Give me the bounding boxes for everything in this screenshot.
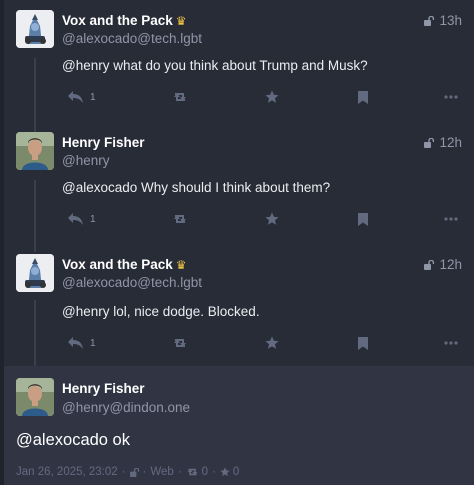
avatar[interactable] bbox=[16, 132, 54, 170]
star-icon bbox=[220, 467, 230, 477]
detailed-status-meta: Jan 26, 2025, 23:02 · · Web · 0 · 0 bbox=[16, 466, 240, 478]
reply-button[interactable]: 1 bbox=[68, 210, 96, 228]
status-content: @alexocado Why should I think about them… bbox=[62, 180, 331, 195]
avatar[interactable] bbox=[16, 378, 54, 416]
boost-icon bbox=[187, 468, 198, 476]
crown-icon: ♛ bbox=[175, 14, 187, 28]
status-item[interactable]: Vox and the Pack ♛ @alexocado@tech.lgbt 1… bbox=[4, 244, 474, 366]
status-content: @henry what do you think about Trump and… bbox=[62, 58, 368, 73]
account-handle[interactable]: @henry@dindon.one bbox=[62, 400, 190, 415]
status-date-link[interactable]: Jan 26, 2025, 23:02 bbox=[16, 466, 118, 478]
bookmark-icon bbox=[358, 90, 368, 104]
account-handle[interactable]: @alexocado@tech.lgbt bbox=[62, 31, 202, 46]
account-handle[interactable]: @henry bbox=[62, 153, 109, 168]
favourite-button[interactable] bbox=[265, 334, 279, 352]
display-name[interactable]: Vox and the Pack ♛ bbox=[62, 13, 187, 28]
bookmark-button[interactable] bbox=[358, 88, 368, 106]
avatar[interactable] bbox=[16, 254, 54, 292]
status-content: @alexocado ok bbox=[16, 431, 130, 449]
boost-button[interactable] bbox=[172, 210, 188, 228]
application-name: Web bbox=[150, 466, 174, 478]
status-action-bar: 1 bbox=[62, 334, 462, 352]
boost-icon bbox=[174, 339, 186, 347]
boost-icon bbox=[174, 93, 186, 101]
ellipsis-icon bbox=[444, 95, 458, 99]
ellipsis-icon bbox=[444, 217, 458, 221]
bookmark-button[interactable] bbox=[358, 210, 368, 228]
unlock-icon bbox=[129, 467, 139, 477]
boost-count[interactable]: 0 bbox=[202, 466, 208, 478]
display-name[interactable]: Vox and the Pack ♛ bbox=[62, 257, 187, 272]
display-name[interactable]: Henry Fisher bbox=[62, 381, 145, 396]
star-icon bbox=[265, 90, 279, 103]
unlock-icon bbox=[424, 260, 435, 270]
ellipsis-icon bbox=[444, 341, 458, 345]
bookmark-icon bbox=[358, 336, 368, 350]
star-icon bbox=[265, 336, 279, 349]
favourite-button[interactable] bbox=[265, 210, 279, 228]
status-timestamp[interactable]: 12h bbox=[424, 135, 462, 150]
more-options-button[interactable] bbox=[444, 334, 458, 352]
reply-all-icon bbox=[68, 91, 83, 103]
reply-all-icon bbox=[68, 337, 83, 349]
status-content: @henry lol, nice dodge. Blocked. bbox=[62, 304, 260, 319]
reply-button[interactable]: 1 bbox=[68, 334, 96, 352]
favourite-count[interactable]: 0 bbox=[233, 466, 239, 478]
boost-icon bbox=[174, 215, 186, 223]
unlock-icon bbox=[424, 138, 435, 148]
more-options-button[interactable] bbox=[444, 210, 458, 228]
bookmark-icon bbox=[358, 212, 368, 226]
status-action-bar: 1 bbox=[62, 210, 462, 228]
unlock-icon bbox=[424, 16, 435, 26]
boost-button[interactable] bbox=[172, 334, 188, 352]
detailed-status: Henry Fisher @henry@dindon.one @alexocad… bbox=[4, 366, 474, 485]
status-item[interactable]: Henry Fisher @henry 12h @alexocado Why s… bbox=[4, 122, 474, 244]
crown-icon: ♛ bbox=[175, 258, 187, 272]
reply-all-icon bbox=[68, 213, 83, 225]
conversation-thread: Vox and the Pack ♛ @alexocado@tech.lgbt 1… bbox=[4, 0, 474, 485]
star-icon bbox=[265, 212, 279, 225]
reply-button[interactable]: 1 bbox=[68, 88, 96, 106]
status-item[interactable]: Vox and the Pack ♛ @alexocado@tech.lgbt 1… bbox=[4, 0, 474, 122]
status-action-bar: 1 bbox=[62, 88, 462, 106]
status-timestamp[interactable]: 13h bbox=[424, 13, 462, 28]
status-timestamp[interactable]: 12h bbox=[424, 257, 462, 272]
display-name[interactable]: Henry Fisher bbox=[62, 135, 145, 150]
bookmark-button[interactable] bbox=[358, 334, 368, 352]
more-options-button[interactable] bbox=[444, 88, 458, 106]
avatar[interactable] bbox=[16, 10, 54, 48]
account-handle[interactable]: @alexocado@tech.lgbt bbox=[62, 275, 202, 290]
favourite-button[interactable] bbox=[265, 88, 279, 106]
boost-button[interactable] bbox=[172, 88, 188, 106]
